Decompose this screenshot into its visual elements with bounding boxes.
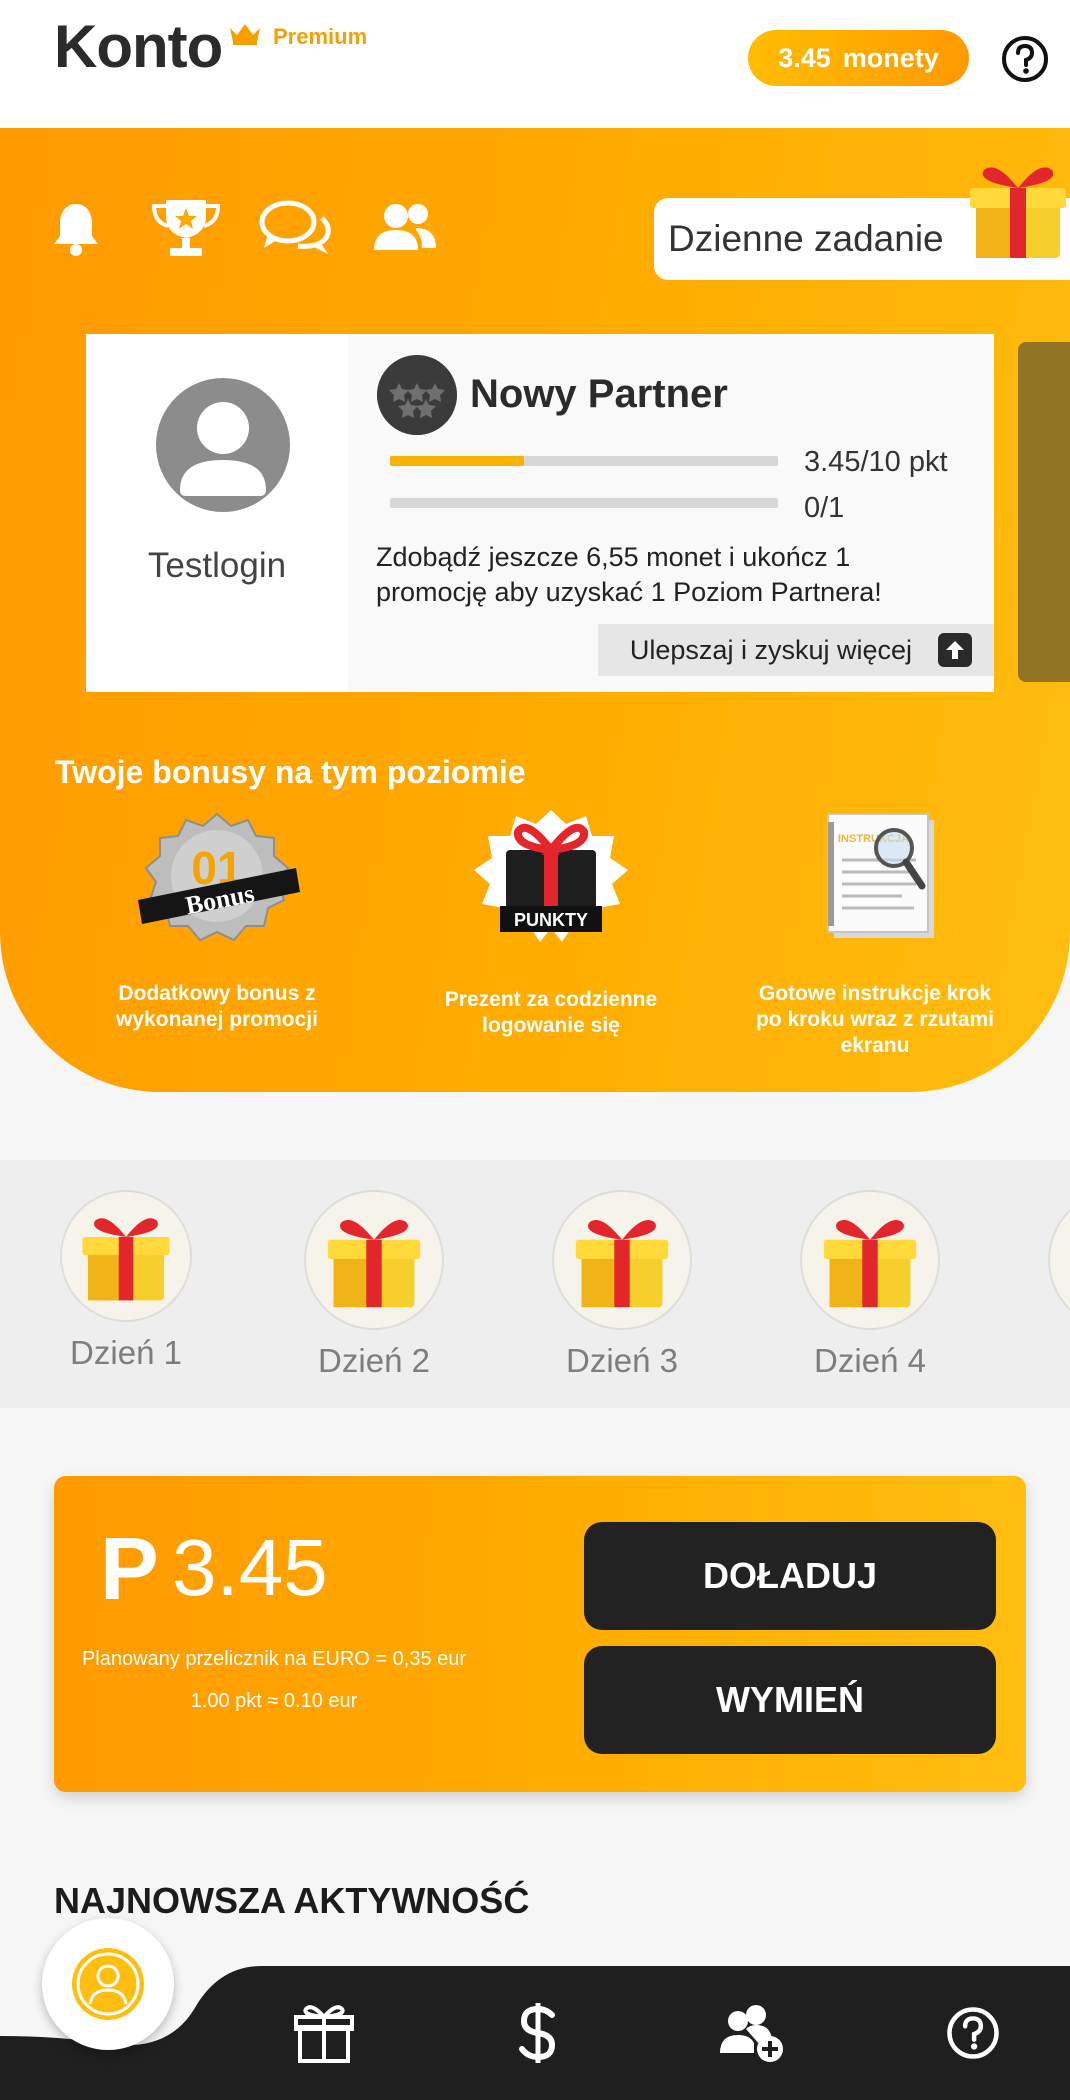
gift-points-icon: PUNKTY xyxy=(474,810,628,942)
day-reward-2[interactable]: Dzień 2 xyxy=(294,1190,454,1380)
gift-icon xyxy=(800,1190,940,1330)
nav-gifts[interactable] xyxy=(289,1998,359,2068)
coins-value: 3.45 xyxy=(778,42,831,73)
rank-stars-icon xyxy=(377,355,457,435)
upgrade-label: Ulepszaj i zyskuj więcej xyxy=(629,634,912,665)
coins-unit: monety xyxy=(842,42,939,73)
nav-help[interactable] xyxy=(938,1998,1008,2068)
exchange-rate-line2: 1.00 pkt ≈ 0.10 eur xyxy=(190,1690,358,1712)
bonus-item: INSTRUKCJA Gotowe instrukcje krok po kro… xyxy=(750,808,1000,1059)
exchange-rate-line1: Planowany przelicznik na EURO = 0,35 eur xyxy=(81,1648,467,1670)
gift-icon xyxy=(970,167,1066,258)
exchange-button[interactable]: WYMIEŃ xyxy=(584,1646,996,1754)
daily-task-label: Dzienne zadanie xyxy=(668,218,944,259)
day-label: Dzień 4 xyxy=(814,1342,926,1379)
bonus-heading: Twoje bonusy na tym poziomie xyxy=(55,754,526,790)
nav-profile[interactable] xyxy=(42,1918,174,2050)
chat-icon[interactable] xyxy=(258,198,332,258)
profile-icon xyxy=(72,1948,144,2020)
day-reward-next[interactable] xyxy=(1048,1190,1070,1330)
wallet-card: P 3.45 Planowany przelicznik na EURO = 0… xyxy=(54,1476,1026,1792)
points-progress-label: 3.45/10 pkt xyxy=(804,446,948,478)
username: Testlogin xyxy=(147,546,287,585)
day-label: Dzień 1 xyxy=(70,1334,182,1371)
arrow-up-icon xyxy=(938,633,972,667)
gift-icon xyxy=(60,1190,192,1322)
dollar-icon xyxy=(519,2003,556,2063)
top-header: Konto Premium 3.45 monety xyxy=(0,0,1070,128)
trophy-icon[interactable] xyxy=(150,198,222,258)
upgrade-button[interactable]: Ulepszaj i zyskuj więcej xyxy=(598,624,994,676)
gift-icon xyxy=(552,1190,692,1330)
crown-icon xyxy=(230,24,260,45)
help-icon xyxy=(947,2007,999,2059)
wallet-amount: 3.45 xyxy=(172,1523,328,1612)
latest-activity-heading: NAJNOWSZA AKTYWNOŚĆ xyxy=(54,1880,530,1921)
bonus-caption: Prezent za codzienne logowanie się xyxy=(444,988,658,1037)
daily-rewards-strip: Dzień 1 Dzień 2 Dzień 3 Dzień 4 xyxy=(0,1160,1070,1408)
premium-label: Premium xyxy=(273,24,368,49)
add-user-icon xyxy=(720,2005,783,2062)
avatar[interactable] xyxy=(156,378,290,512)
page-title: Konto xyxy=(54,13,223,80)
partner-description: Zdobądź jeszcze 6,55 monet i ukończ 1 pr… xyxy=(376,542,882,607)
rank-title: Nowy Partner xyxy=(470,372,728,416)
bonus-item: PUNKTY Prezent za codzienne logowanie si… xyxy=(426,808,676,1039)
instructions-icon: INSTRUKCJA xyxy=(827,813,934,938)
topup-button[interactable]: DOŁADUJ xyxy=(584,1522,996,1630)
nav-wallet[interactable] xyxy=(503,1998,573,2068)
partner-card: Testlogin Nowy Partner 3.45/10 pkt 0/1 Z… xyxy=(86,334,994,692)
gift-icon xyxy=(294,2005,354,2063)
day-reward-3[interactable]: Dzień 3 xyxy=(542,1190,702,1380)
gift-points-text: PUNKTY xyxy=(514,910,588,930)
bonus-badge-icon: 01 Bonus xyxy=(138,812,300,942)
promo-progress-label: 0/1 xyxy=(804,492,845,524)
partner-profile: Testlogin xyxy=(86,334,348,692)
help-icon[interactable] xyxy=(1000,34,1050,84)
day-label: Dzień 3 xyxy=(566,1342,678,1379)
points-progress-fill xyxy=(390,456,524,466)
bonus-caption: Dodatkowy bonus z wykonanej promocji xyxy=(116,982,318,1031)
users-icon[interactable] xyxy=(370,198,438,258)
account-hero: Dzienne zadanie Testlogin Nowy Partner 3… xyxy=(0,128,1070,1092)
bonus-item: 01 Bonus Dodatkowy bonus z wykonanej pro… xyxy=(92,808,342,1033)
day-reward-4[interactable]: Dzień 4 xyxy=(790,1190,950,1380)
partner-level-info: Nowy Partner 3.45/10 pkt 0/1 Zdobądź jes… xyxy=(348,334,994,692)
day-reward-1[interactable]: Dzień 1 xyxy=(46,1190,206,1372)
points-progress-bar xyxy=(390,456,778,466)
promo-progress-bar xyxy=(390,498,778,508)
day-label: Dzień 2 xyxy=(318,1342,430,1379)
coins-balance-pill[interactable]: 3.45 monety xyxy=(748,30,969,86)
bell-icon[interactable] xyxy=(48,198,104,258)
gift-icon xyxy=(1048,1190,1070,1330)
next-card-peek[interactable] xyxy=(1018,342,1070,682)
bonus-caption: Gotowe instrukcje krok po kroku wraz z r… xyxy=(755,982,995,1057)
points-symbol: P xyxy=(100,1519,159,1618)
user-icon xyxy=(180,402,266,496)
nav-invite[interactable] xyxy=(718,1998,788,2068)
gift-icon xyxy=(304,1190,444,1330)
